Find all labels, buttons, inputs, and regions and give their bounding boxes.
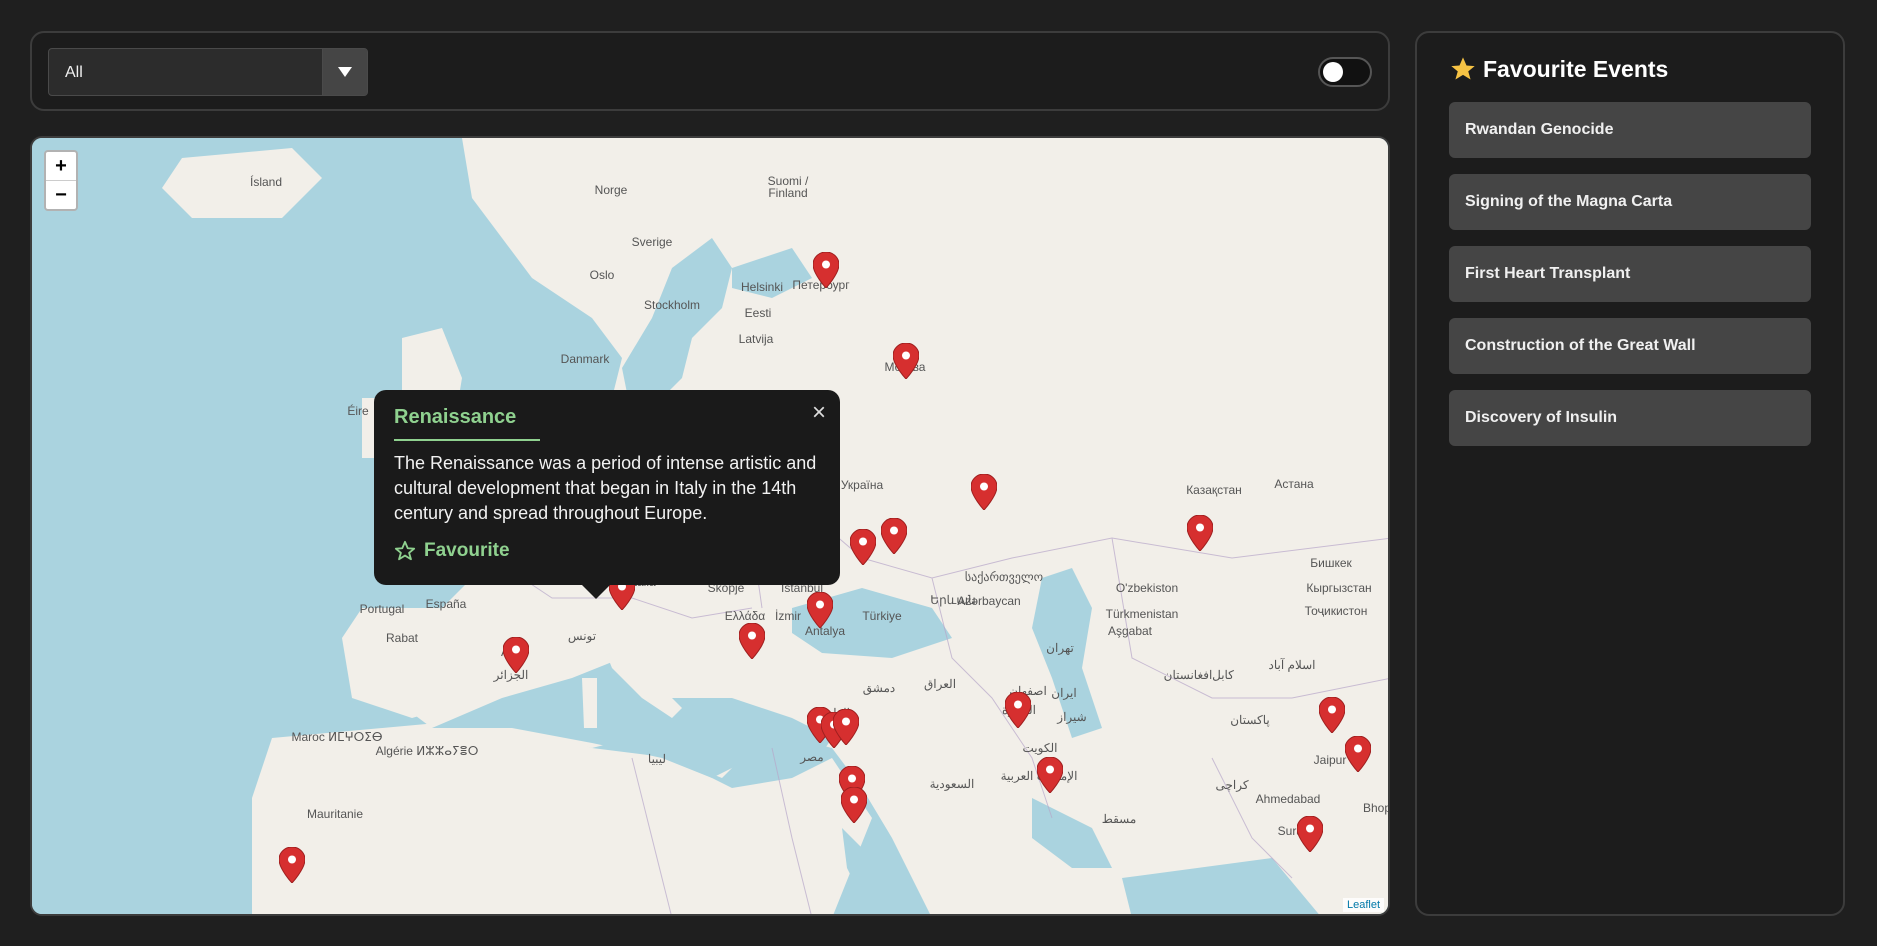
map-place-label: ليبيا	[647, 752, 667, 766]
dropdown-arrow-icon[interactable]	[322, 49, 367, 95]
map-place-label: العراق	[923, 677, 957, 691]
map-place-label: Stockholm	[643, 298, 701, 312]
event-marker-icon[interactable]	[892, 342, 920, 380]
map-place-label: تونس	[567, 629, 597, 643]
map-place-label: Ahmedabad	[1255, 792, 1321, 806]
map-place-label: Danmark	[560, 352, 610, 366]
event-marker-icon[interactable]	[840, 786, 868, 824]
zoom-out-button[interactable]: −	[46, 181, 76, 209]
favourites-sidebar: Favourite Events Rwandan Genocide Signin…	[1415, 31, 1845, 916]
zoom-control: + −	[44, 150, 78, 211]
event-filter-select[interactable]: All	[48, 48, 368, 96]
map-place-label: Finland	[768, 186, 808, 200]
map-place-label: افغانستان	[1163, 668, 1213, 682]
favourite-event-item[interactable]: Signing of the Magna Carta	[1449, 174, 1811, 230]
favourite-event-item[interactable]: Rwandan Genocide	[1449, 102, 1811, 158]
event-marker-icon[interactable]	[278, 846, 306, 884]
map-place-label: السعودية	[929, 777, 975, 791]
map-place-label: Երևան	[930, 593, 976, 607]
map-place-label: كراچی	[1215, 778, 1249, 792]
map-place-label: საქართველო	[964, 570, 1044, 584]
star-outline-icon	[394, 540, 416, 561]
map-place-label: Ísland	[249, 175, 283, 189]
map-place-label: Ελλάδα	[724, 609, 766, 623]
popup-tip	[582, 585, 610, 599]
event-marker-icon[interactable]	[1296, 815, 1324, 853]
map-place-label: Türkmenistan	[1105, 607, 1179, 621]
event-marker-icon[interactable]	[1036, 756, 1064, 794]
event-marker-icon[interactable]	[970, 473, 998, 511]
map-place-label: پاکستان	[1230, 713, 1270, 727]
map-place-label: ایران	[1051, 686, 1077, 700]
event-marker-icon[interactable]	[1004, 691, 1032, 729]
event-marker-icon[interactable]	[849, 528, 877, 566]
map-place-label: Rabat	[385, 631, 419, 645]
map-place-label: کابل	[1212, 668, 1234, 682]
map-place-label: Oslo	[589, 268, 615, 282]
map-place-label: شیراز	[1057, 710, 1087, 724]
map-place-label: اسلام آباد	[1268, 658, 1316, 672]
filter-selected-value: All	[65, 64, 83, 81]
map-place-label: Bhop	[1362, 801, 1390, 815]
popup-description: The Renaissance was a period of intense …	[394, 453, 817, 523]
favourite-label: Favourite	[424, 540, 510, 561]
map-place-label: Казақстан	[1186, 483, 1242, 497]
event-popup: × Renaissance The Renaissance was a peri…	[374, 390, 840, 599]
map-place-label: مسقط	[1101, 812, 1137, 826]
map-place-label: Helsinki	[740, 280, 784, 294]
event-marker-icon[interactable]	[502, 636, 530, 674]
top-toolbar: All	[30, 31, 1390, 111]
event-marker-icon[interactable]	[1344, 735, 1372, 773]
event-marker-icon[interactable]	[812, 251, 840, 289]
map-place-label: Україна	[840, 478, 884, 492]
map-place-label: Jaipur	[1313, 753, 1347, 767]
map-place-label: Астана	[1274, 477, 1314, 491]
favourite-event-item[interactable]: Construction of the Great Wall	[1449, 318, 1811, 374]
map-view[interactable]: Ísland Norge Sverige Suomi / Finland Oslo Hels…	[30, 136, 1390, 916]
favourite-button[interactable]: Favourite	[394, 540, 820, 562]
map-place-label: Aşgabat	[1107, 624, 1153, 638]
map-place-label: Portugal	[359, 602, 405, 616]
star-icon	[1451, 57, 1475, 80]
favourites-heading: Favourite Events	[1449, 55, 1668, 83]
popup-close-button[interactable]: ×	[812, 399, 826, 427]
map-place-label: Latvija	[738, 332, 774, 346]
event-marker-icon[interactable]	[832, 708, 860, 746]
map-place-label: Бишкек	[1310, 556, 1352, 570]
toggle-knob	[1323, 62, 1343, 82]
map-place-label: Türkiye	[862, 609, 902, 623]
favourite-event-item[interactable]: First Heart Transplant	[1449, 246, 1811, 302]
map-place-label: Тоҷикистон	[1304, 604, 1368, 618]
map-place-label: Sverige	[631, 235, 673, 249]
event-marker-icon[interactable]	[880, 517, 908, 555]
map-place-label: Norge	[594, 183, 628, 197]
favourite-event-item[interactable]: Discovery of Insulin	[1449, 390, 1811, 446]
map-place-label: الكويت	[1022, 741, 1058, 755]
map-place-label: Maroc ⵍⵎⵖⵔⵉⴱ	[291, 730, 383, 744]
map-place-label: دمشق	[862, 681, 896, 695]
map-place-label: O'zbekiston	[1115, 581, 1179, 595]
event-marker-icon[interactable]	[806, 591, 834, 629]
map-place-label: Кыргызстан	[1306, 581, 1372, 595]
map-place-label: تهران	[1046, 641, 1074, 655]
event-marker-icon[interactable]	[738, 622, 766, 660]
theme-toggle[interactable]	[1318, 57, 1372, 87]
map-attribution[interactable]: Leaflet	[1342, 898, 1384, 912]
map-place-label: España	[425, 597, 467, 611]
favourites-title: Favourite Events	[1483, 55, 1669, 82]
zoom-in-button[interactable]: +	[46, 152, 76, 181]
popup-title: Renaissance	[394, 406, 540, 441]
map-place-label: مصر	[800, 750, 824, 764]
map-place-label: Éire	[347, 404, 369, 418]
map-place-label: Mauritanie	[306, 807, 364, 821]
event-marker-icon[interactable]	[1318, 696, 1346, 734]
map-place-label: İzmir	[775, 609, 801, 623]
map-place-label: Algérie ⵍⵣⵣⴰⵢⴻⵔ	[375, 744, 479, 758]
map-place-label: Eesti	[744, 306, 772, 320]
event-marker-icon[interactable]	[1186, 514, 1214, 552]
